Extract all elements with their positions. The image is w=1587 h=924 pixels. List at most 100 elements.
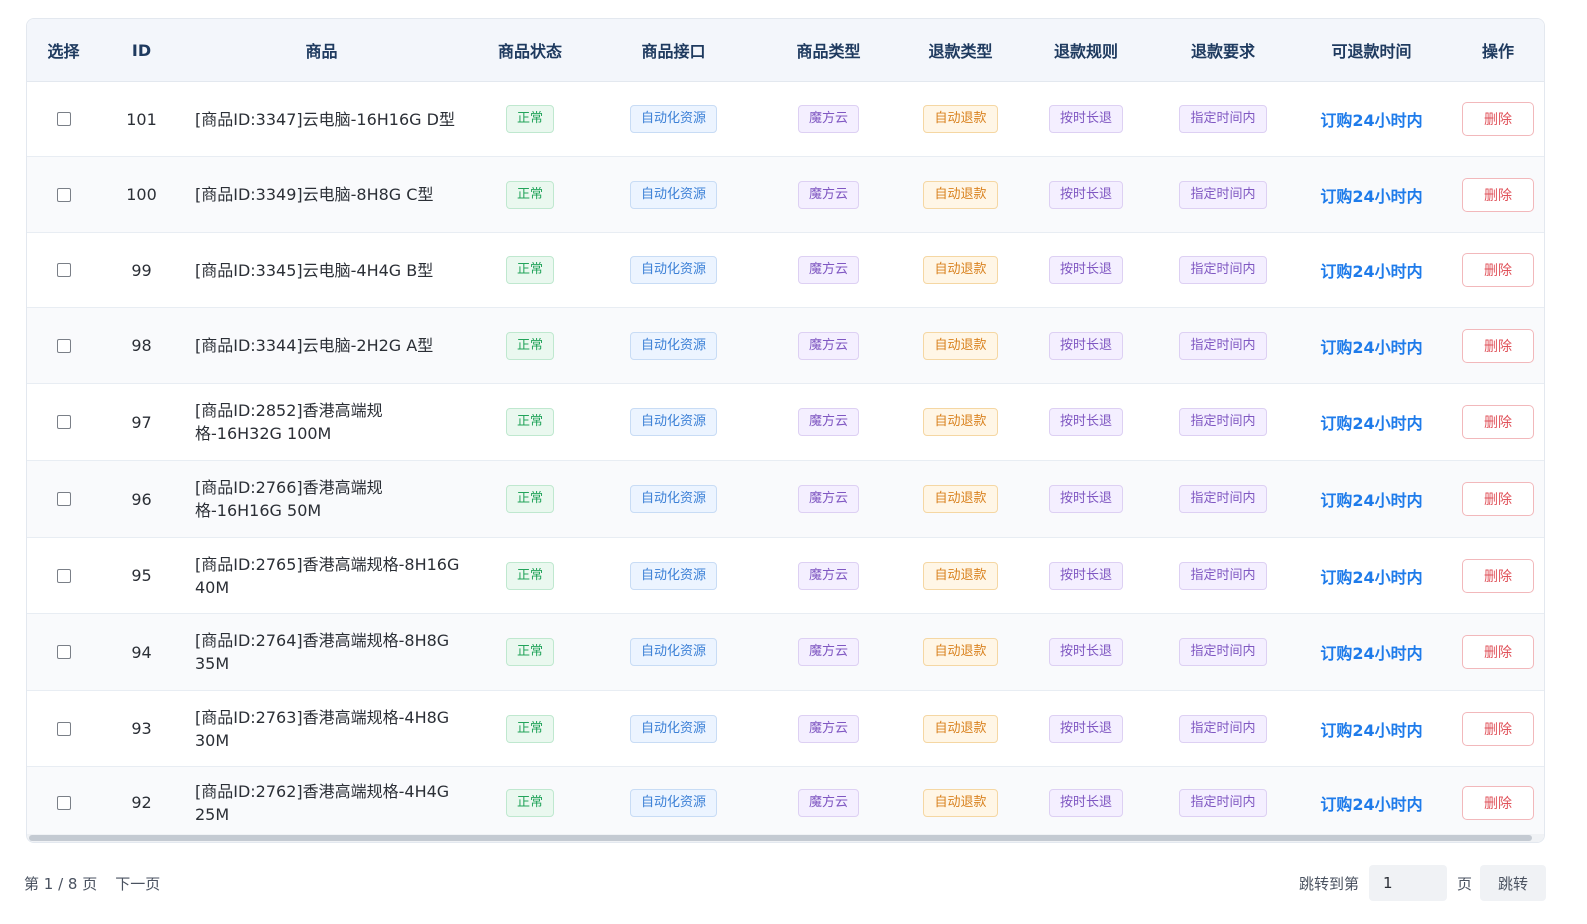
api-tag: 自动化资源 — [629, 638, 717, 666]
table-body: 101 [商品ID:3347]云电脑-16H16G D型 正常 自动化资源 魔方云 自动退… — [27, 82, 1544, 839]
product-name: [商品ID:2766]香港高端规格-16H16G 50M — [195, 478, 383, 520]
page-info: 第 1 / 8 页 — [24, 874, 98, 893]
refund-rule-cell: 按时长退 — [1011, 714, 1161, 743]
status-tag: 正常 — [505, 788, 554, 817]
refundable-time-cell: 订购24小时内 — [1285, 107, 1458, 131]
row-checkbox[interactable] — [56, 721, 71, 736]
select-cell — [27, 645, 100, 659]
row-id: 101 — [126, 109, 157, 129]
actions-cell: 删除 — [1458, 328, 1538, 363]
row-checkbox[interactable] — [56, 112, 71, 126]
refund-requirement-tag: 指定时间内 — [1179, 180, 1267, 209]
actions-cell: 删除 — [1458, 785, 1538, 820]
row-checkbox[interactable] — [56, 795, 71, 810]
type-cell: 魔方云 — [747, 256, 910, 284]
refund-requirement-cell: 指定时间内 — [1161, 485, 1285, 513]
delete-button[interactable]: 删除 — [1462, 785, 1534, 820]
refund-requirement-tag: 指定时间内 — [1179, 485, 1267, 513]
api-tag: 自动化资源 — [629, 408, 717, 436]
refund-type-cell: 自动退款 — [910, 256, 1011, 284]
refund-requirement-tag: 指定时间内 — [1179, 256, 1267, 284]
row-checkbox[interactable] — [56, 645, 71, 659]
refund-rule-tag: 按时长退 — [1048, 256, 1123, 284]
table-row: 101 [商品ID:3347]云电脑-16H16G D型 正常 自动化资源 魔方云 自动退… — [27, 82, 1544, 157]
horizontal-scrollbar[interactable] — [27, 834, 1544, 842]
status-tag: 正常 — [505, 561, 554, 590]
status-tag: 正常 — [505, 485, 554, 513]
refund-requirement-cell: 指定时间内 — [1161, 788, 1285, 817]
api-tag: 自动化资源 — [629, 788, 717, 817]
refundable-time: 订购24小时内 — [1320, 262, 1423, 281]
row-checkbox[interactable] — [56, 415, 71, 429]
refund-rule-tag: 按时长退 — [1048, 485, 1123, 513]
status-cell: 正常 — [460, 105, 600, 133]
product-cell: [商品ID:3349]云电脑-8H8G C型 — [183, 183, 460, 206]
select-cell — [27, 721, 100, 736]
refund-type-tag: 自动退款 — [923, 105, 998, 133]
next-page-link[interactable]: 下一页 — [115, 873, 160, 894]
actions-cell: 删除 — [1458, 405, 1538, 439]
row-id: 94 — [131, 642, 152, 662]
row-checkbox[interactable] — [56, 568, 71, 583]
refundable-time-cell: 订购24小时内 — [1285, 791, 1458, 815]
actions-cell: 删除 — [1458, 558, 1538, 593]
select-cell — [27, 263, 100, 277]
product-name: [商品ID:3349]云电脑-8H8G C型 — [195, 185, 434, 204]
refund-type-tag: 自动退款 — [923, 788, 998, 817]
id-cell: 93 — [100, 719, 183, 738]
delete-button[interactable]: 删除 — [1462, 405, 1534, 439]
type-cell: 魔方云 — [747, 331, 910, 360]
row-checkbox[interactable] — [56, 187, 71, 202]
refund-requirement-cell: 指定时间内 — [1161, 331, 1285, 360]
delete-button[interactable]: 删除 — [1462, 635, 1534, 669]
product-name: [商品ID:2852]香港高端规格-16H32G 100M — [195, 401, 383, 443]
status-tag: 正常 — [505, 714, 554, 743]
refund-requirement-cell: 指定时间内 — [1161, 180, 1285, 209]
row-checkbox[interactable] — [56, 338, 71, 353]
actions-cell: 删除 — [1458, 253, 1538, 287]
header-refundable-time: 可退款时间 — [1331, 42, 1412, 61]
select-cell — [27, 187, 100, 202]
header-refund-type: 退款类型 — [928, 42, 993, 61]
delete-button[interactable]: 删除 — [1462, 711, 1534, 746]
delete-button[interactable]: 删除 — [1462, 558, 1534, 593]
row-id: 93 — [131, 719, 152, 738]
product-cell: [商品ID:2764]香港高端规格-8H8G 35M — [183, 629, 460, 675]
product-cell: [商品ID:3345]云电脑-4H4G B型 — [183, 259, 460, 282]
refund-rule-cell: 按时长退 — [1011, 561, 1161, 590]
select-cell — [27, 338, 100, 353]
api-cell: 自动化资源 — [600, 485, 747, 513]
type-cell: 魔方云 — [747, 788, 910, 817]
header-refund-requirement: 退款要求 — [1190, 42, 1255, 61]
refundable-time: 订购24小时内 — [1320, 644, 1423, 663]
refund-rule-cell: 按时长退 — [1011, 408, 1161, 436]
pagination: 第 1 / 8 页 下一页 跳转到第 页 跳转 — [24, 864, 1546, 902]
refund-type-tag: 自动退款 — [923, 485, 998, 513]
refund-requirement-tag: 指定时间内 — [1179, 408, 1267, 436]
select-cell — [27, 415, 100, 429]
refund-rule-tag: 按时长退 — [1048, 408, 1123, 436]
delete-button[interactable]: 删除 — [1462, 253, 1534, 287]
delete-button[interactable]: 删除 — [1462, 328, 1534, 363]
jump-button[interactable]: 跳转 — [1480, 865, 1546, 901]
id-cell: 94 — [100, 643, 183, 662]
table-row: 97 [商品ID:2852]香港高端规格-16H32G 100M 正常 自动化资源 魔方… — [27, 384, 1544, 461]
product-name: [商品ID:2765]香港高端规格-8H16G 40M — [195, 554, 460, 597]
delete-button[interactable]: 删除 — [1462, 482, 1534, 516]
type-tag: 魔方云 — [797, 561, 859, 590]
row-checkbox[interactable] — [56, 492, 71, 506]
type-cell: 魔方云 — [747, 638, 910, 666]
refundable-time: 订购24小时内 — [1320, 337, 1423, 357]
scrollbar-thumb[interactable] — [29, 835, 1532, 841]
refund-type-cell: 自动退款 — [910, 714, 1011, 743]
refund-rule-cell: 按时长退 — [1011, 485, 1161, 513]
type-tag: 魔方云 — [797, 256, 859, 284]
delete-button[interactable]: 删除 — [1462, 177, 1534, 212]
type-tag: 魔方云 — [797, 638, 859, 666]
refund-rule-tag: 按时长退 — [1048, 561, 1123, 590]
delete-button[interactable]: 删除 — [1462, 102, 1534, 136]
row-checkbox[interactable] — [56, 263, 71, 277]
refund-requirement-tag: 指定时间内 — [1179, 788, 1267, 817]
jump-page-input[interactable] — [1368, 865, 1447, 901]
api-cell: 自动化资源 — [600, 788, 747, 817]
